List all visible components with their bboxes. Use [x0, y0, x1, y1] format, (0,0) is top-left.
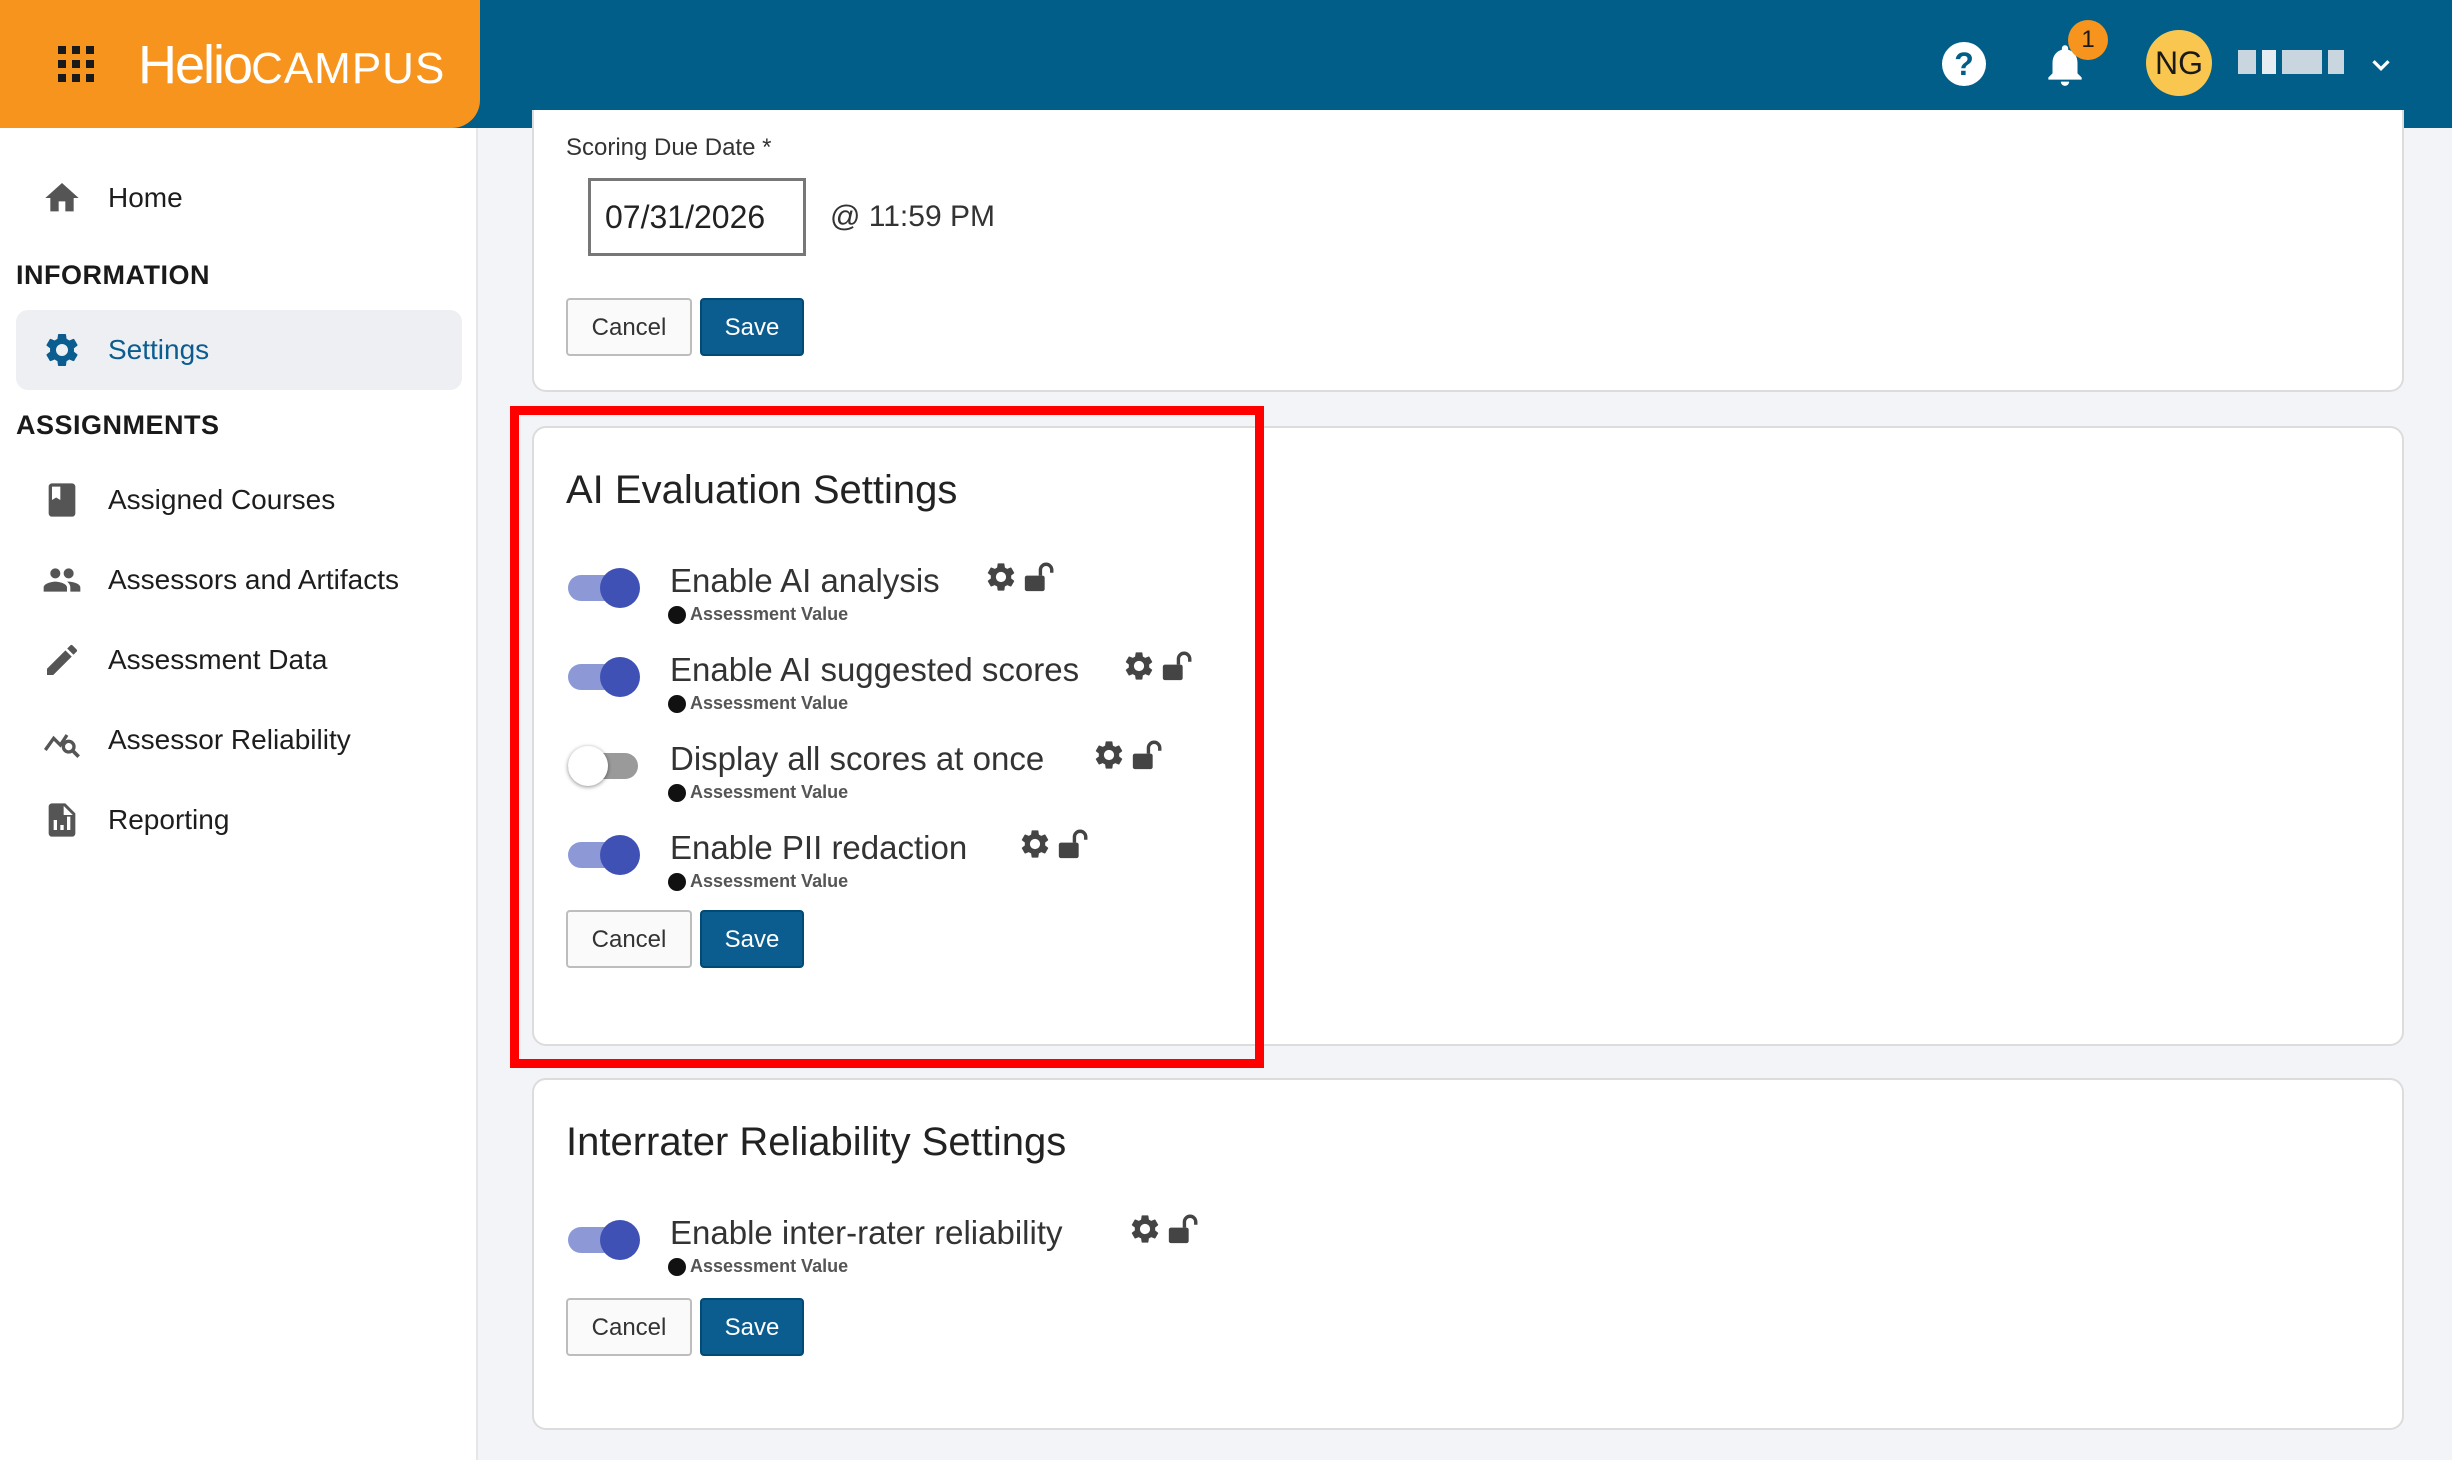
top-header: HelioCAMPUS ? 1 NG	[0, 0, 2452, 128]
sidebar-item-assessor-reliability[interactable]: Assessor Reliability	[16, 700, 462, 780]
interrater-cancel-button[interactable]: Cancel	[566, 1298, 692, 1356]
sidebar-item-label: Home	[108, 182, 183, 213]
gear-icon[interactable]	[984, 560, 1018, 594]
gear-icon[interactable]	[1018, 827, 1052, 861]
option-label-enable-pii-redaction: Enable PII redaction	[670, 829, 968, 866]
sidebar-item-label: Reporting	[108, 804, 230, 835]
option-label-display-all-scores-at-once: Display all scores at once	[670, 740, 1045, 777]
option-sub-enable-ai-suggested-scores: Assessment Value	[668, 693, 848, 714]
interrater-title: Interrater Reliability Settings	[566, 1120, 1067, 1164]
ai-settings-title: AI Evaluation Settings	[566, 468, 958, 512]
option-label-enable-ai-suggested-scores: Enable AI suggested scores	[670, 651, 1080, 688]
sidebar-item-assessment-data[interactable]: Assessment Data	[16, 620, 462, 700]
sidebar-item-label: Assessor Reliability	[108, 724, 351, 755]
option-sub-enable-inter-rater-reliability: Assessment Value	[668, 1256, 848, 1277]
section-title-information: INFORMATION	[16, 260, 210, 290]
help-icon[interactable]: ?	[1942, 42, 1986, 86]
toggle-enable-pii-redaction[interactable]	[568, 825, 640, 879]
scoring-due-date-label: Scoring Due Date *	[566, 134, 772, 161]
sidebar-item-home[interactable]: Home	[16, 158, 462, 238]
sidebar-item-assigned-courses[interactable]: Assigned Courses	[16, 460, 462, 540]
book-icon	[48, 483, 76, 517]
sidebar-item-label: Assessment Data	[108, 644, 328, 675]
sidebar: Home INFORMATION Settings ASSIGNMENTS As…	[0, 128, 478, 1460]
scoring-cancel-button[interactable]: Cancel	[566, 298, 692, 356]
section-title-assignments: ASSIGNMENTS	[16, 410, 220, 440]
username-redacted[interactable]	[2238, 50, 2344, 74]
interrater-save-button[interactable]: Save	[700, 1298, 804, 1356]
unlock-icon[interactable]	[1056, 827, 1090, 861]
chevron-down-icon[interactable]	[2366, 50, 2396, 80]
unlock-icon[interactable]	[1160, 649, 1194, 683]
gear-icon[interactable]	[1092, 738, 1126, 772]
option-sub-enable-ai-analysis: Assessment Value	[668, 604, 848, 625]
option-sub-enable-pii-redaction: Assessment Value	[668, 871, 848, 892]
heliocampus-logo[interactable]: HelioCAMPUS	[138, 30, 445, 100]
reliability-chart-icon	[43, 734, 80, 758]
gear-icon[interactable]	[1122, 649, 1156, 683]
toggle-display-all-scores-at-once[interactable]	[568, 736, 640, 790]
sidebar-item-label: Settings	[108, 334, 210, 365]
home-icon	[45, 183, 79, 212]
toggle-enable-inter-rater-reliability[interactable]	[568, 1210, 640, 1264]
unlock-icon[interactable]	[1022, 560, 1056, 594]
gear-icon	[46, 333, 78, 366]
ai-settings-save-button[interactable]: Save	[700, 910, 804, 968]
option-label-enable-ai-analysis: Enable AI analysis	[670, 562, 940, 599]
option-label-enable-inter-rater-reliability: Enable inter-rater reliability	[670, 1214, 1063, 1251]
sidebar-item-reporting[interactable]: Reporting	[16, 780, 462, 860]
scoring-due-date-card: Scoring Due Date * 07/31/2026 @ 11:59 PM…	[532, 110, 2404, 392]
brand-area: HelioCAMPUS	[0, 0, 480, 128]
people-icon	[43, 568, 81, 592]
gear-icon[interactable]	[1128, 1212, 1162, 1246]
ai-evaluation-settings-card: AI Evaluation Settings Enable AI analysi…	[532, 426, 2404, 1046]
due-time-text: @ 11:59 PM	[830, 200, 995, 233]
ai-settings-cancel-button[interactable]: Cancel	[566, 910, 692, 968]
interrater-reliability-card: Interrater Reliability Settings Enable i…	[532, 1078, 2404, 1430]
unlock-icon[interactable]	[1130, 738, 1164, 772]
sidebar-item-assessors-and-artifacts[interactable]: Assessors and Artifacts	[16, 540, 462, 620]
unlock-icon[interactable]	[1166, 1212, 1200, 1246]
pencil-icon	[47, 644, 78, 675]
option-sub-display-all-scores-at-once: Assessment Value	[668, 782, 848, 803]
report-icon	[48, 803, 76, 837]
toggle-enable-ai-suggested-scores[interactable]	[568, 647, 640, 701]
apps-grid-icon[interactable]	[58, 46, 94, 82]
scoring-save-button[interactable]: Save	[700, 298, 804, 356]
toggle-enable-ai-analysis[interactable]	[568, 558, 640, 612]
sidebar-item-settings[interactable]: Settings	[16, 310, 462, 390]
notification-badge: 1	[2068, 20, 2108, 60]
sidebar-item-label: Assessors and Artifacts	[108, 564, 400, 595]
user-avatar[interactable]: NG	[2146, 30, 2212, 96]
scoring-due-date-input[interactable]: 07/31/2026	[588, 178, 806, 256]
sidebar-item-label: Assigned Courses	[108, 484, 336, 515]
